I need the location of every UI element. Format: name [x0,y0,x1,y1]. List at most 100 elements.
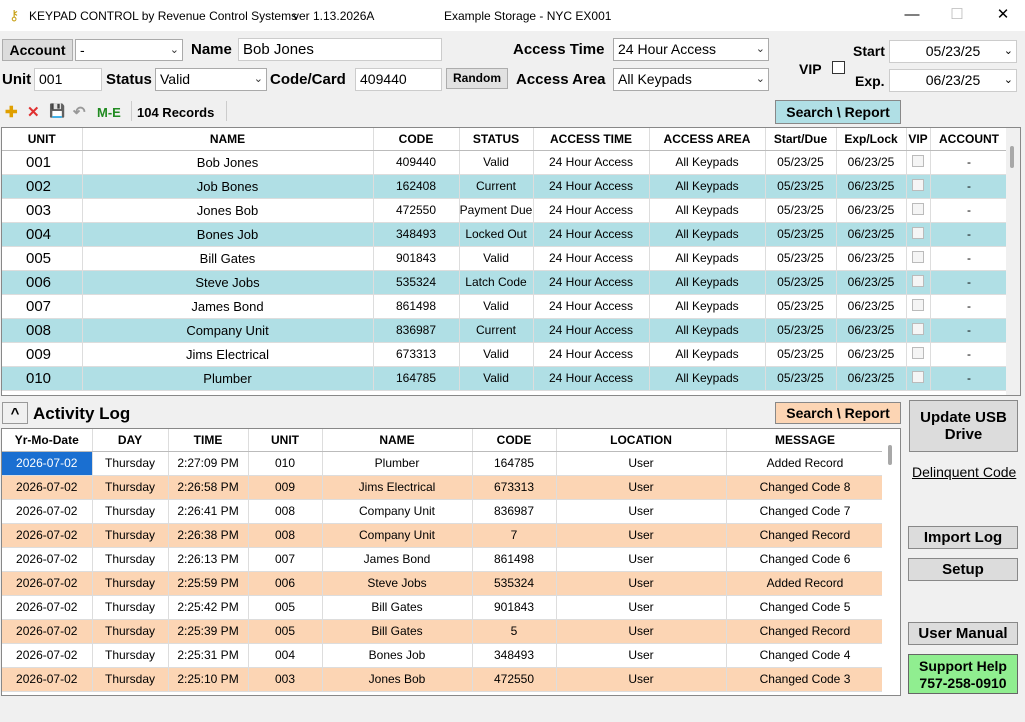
table-cell: 05/23/25 [765,222,837,247]
account-select[interactable]: - ⌄ [75,39,183,61]
log-col-header[interactable]: TIME [168,429,249,452]
units-col-header[interactable]: CODE [373,128,460,151]
table-cell: All Keypads [649,150,766,175]
import-log-button[interactable]: Import Log [908,526,1018,549]
log-col-header[interactable]: LOCATION [556,429,727,452]
minimize-button[interactable]: — [892,4,932,26]
unit-input[interactable]: 001 [34,68,102,91]
units-col-header[interactable]: STATUS [459,128,534,151]
log-row[interactable]: 2026-07-02 Thursday 2:26:58 PM 009 Jims Elec… [2,475,885,500]
log-cell: User [556,523,727,548]
log-row[interactable]: 2026-07-02 Thursday 2:27:09 PM 010 Plumber 16… [2,451,885,476]
log-row[interactable]: 2026-07-02 Thursday 2:25:59 PM 006 Steve Job… [2,571,885,596]
random-button[interactable]: Random [446,68,508,89]
scroll-thumb[interactable] [888,445,892,465]
start-date[interactable]: 05/23/25 ⌄ [889,40,1017,63]
table-row[interactable]: 005 Bill Gates 901843 Valid 24 Hour Access Al… [2,246,1009,271]
log-search-report-button[interactable]: Search \ Report [775,402,901,424]
delinquent-code-link[interactable]: Delinquent Code [912,464,1016,480]
vip-checkbox[interactable] [912,226,924,239]
units-col-header[interactable]: Exp/Lock [836,128,907,151]
log-cell: Thursday [92,619,169,644]
vip-checkbox[interactable] [912,274,924,287]
units-col-header[interactable]: ACCOUNT [930,128,1009,151]
collapse-log-button[interactable]: ^ [2,402,28,424]
search-report-button[interactable]: Search \ Report [775,100,901,124]
log-row[interactable]: 2026-07-02 Thursday 2:25:31 PM 004 Bones Job… [2,643,885,668]
table-cell: - [930,246,1009,271]
table-row[interactable]: 010 Plumber 164785 Valid 24 Hour Access All K… [2,366,1009,391]
log-col-header[interactable]: UNIT [248,429,323,452]
vip-checkbox[interactable] [912,322,924,335]
undo-icon[interactable]: ↶ [73,103,86,121]
scroll-thumb[interactable] [1010,146,1014,168]
units-col-header[interactable]: Start/Due [765,128,837,151]
log-cell: User [556,643,727,668]
account-button[interactable]: Account [2,39,73,61]
log-col-header[interactable]: CODE [472,429,557,452]
units-col-header[interactable]: ACCESS AREA [649,128,766,151]
delete-icon[interactable]: ✕ [27,103,40,121]
vip-checkbox[interactable] [912,202,924,215]
table-cell: 009 [2,342,83,367]
vip-checkbox[interactable] [912,370,924,383]
log-row[interactable]: 2026-07-02 Thursday 2:25:42 PM 005 Bill Gate… [2,595,885,620]
vip-checkbox[interactable] [912,178,924,191]
table-row[interactable]: 004 Bones Job 348493 Locked Out 24 Hour Acce… [2,222,1009,247]
vip-checkbox[interactable] [912,346,924,359]
log-row[interactable]: 2026-07-02 Thursday 2:25:10 PM 003 Jones Bob… [2,667,885,692]
units-col-header[interactable]: VIP [906,128,931,151]
add-icon[interactable]: ✚ [5,103,18,121]
table-row[interactable]: 007 James Bond 861498 Valid 24 Hour Access Al… [2,294,1009,319]
update-usb-button[interactable]: Update USB Drive [909,400,1018,452]
setup-button[interactable]: Setup [908,558,1018,581]
site-name: Example Storage - NYC EX001 [444,9,612,23]
vip-checkbox[interactable] [912,154,924,167]
me-button[interactable]: M-E [97,105,121,120]
units-col-header[interactable]: NAME [82,128,374,151]
units-col-header[interactable]: ACCESS TIME [533,128,650,151]
vip-checkbox[interactable] [832,61,845,74]
log-col-header[interactable]: NAME [322,429,473,452]
key-icon: ⚷ [9,7,20,23]
table-row[interactable]: 006 Steve Jobs 535324 Latch Code 24 Hour Acc… [2,270,1009,295]
save-icon[interactable]: 💾 [49,103,65,119]
log-row[interactable]: 2026-07-02 Thursday 2:26:41 PM 008 Company U… [2,499,885,524]
table-row[interactable]: 008 Company Unit 836987 Current 24 Hour Acce… [2,318,1009,343]
access-time-select[interactable]: 24 Hour Access ⌄ [613,38,769,61]
code-input[interactable]: 409440 [355,68,442,91]
support-help-button[interactable]: Support Help 757-258-0910 [908,654,1018,694]
toolbar-divider [131,101,132,121]
log-scrollbar[interactable] [882,429,900,695]
log-row[interactable]: 2026-07-02 Thursday 2:26:13 PM 007 James Bon… [2,547,885,572]
log-row[interactable]: 2026-07-02 Thursday 2:25:39 PM 005 Bill Gate… [2,619,885,644]
units-scrollbar[interactable] [1006,128,1020,395]
vip-checkbox[interactable] [912,250,924,263]
log-cell: 2:25:59 PM [168,571,249,596]
activity-grid[interactable]: Yr-Mo-Date DAY TIME UNIT NAME CODE LOCATION MES… [1,428,901,696]
table-row[interactable]: 003 Jones Bob 472550 Payment Due 24 Hour Acc… [2,198,1009,223]
user-manual-button[interactable]: User Manual [908,622,1018,645]
table-row[interactable]: 001 Bob Jones 409440 Valid 24 Hour Access All… [2,150,1009,175]
status-select[interactable]: Valid ⌄ [155,68,267,91]
table-cell: Steve Jobs [82,270,374,295]
log-cell: 2:25:39 PM [168,619,249,644]
log-row[interactable]: 2026-07-02 Thursday 2:26:38 PM 008 Company U… [2,523,885,548]
chevron-down-icon: ⌄ [755,43,765,55]
exp-date[interactable]: 06/23/25 ⌄ [889,69,1017,92]
table-row[interactable]: 002 Job Bones 162408 Current 24 Hour Access A… [2,174,1009,199]
maximize-button[interactable]: ☐ [937,4,977,26]
log-col-header[interactable]: DAY [92,429,169,452]
log-col-header[interactable]: MESSAGE [726,429,885,452]
log-col-header[interactable]: Yr-Mo-Date [2,429,93,452]
access-area-select[interactable]: All Keypads ⌄ [613,68,769,91]
table-cell: 472550 [373,198,460,223]
name-input[interactable]: Bob Jones [238,38,442,61]
table-cell [906,342,931,367]
vip-checkbox[interactable] [912,298,924,311]
table-row[interactable]: 009 Jims Electrical 673313 Valid 24 Hour Acc… [2,342,1009,367]
units-grid[interactable]: UNIT NAME CODE STATUS ACCESS TIME ACCESS AREA… [1,127,1021,396]
close-button[interactable]: ✕ [983,4,1023,26]
units-col-header[interactable]: UNIT [2,128,83,151]
table-cell [906,222,931,247]
